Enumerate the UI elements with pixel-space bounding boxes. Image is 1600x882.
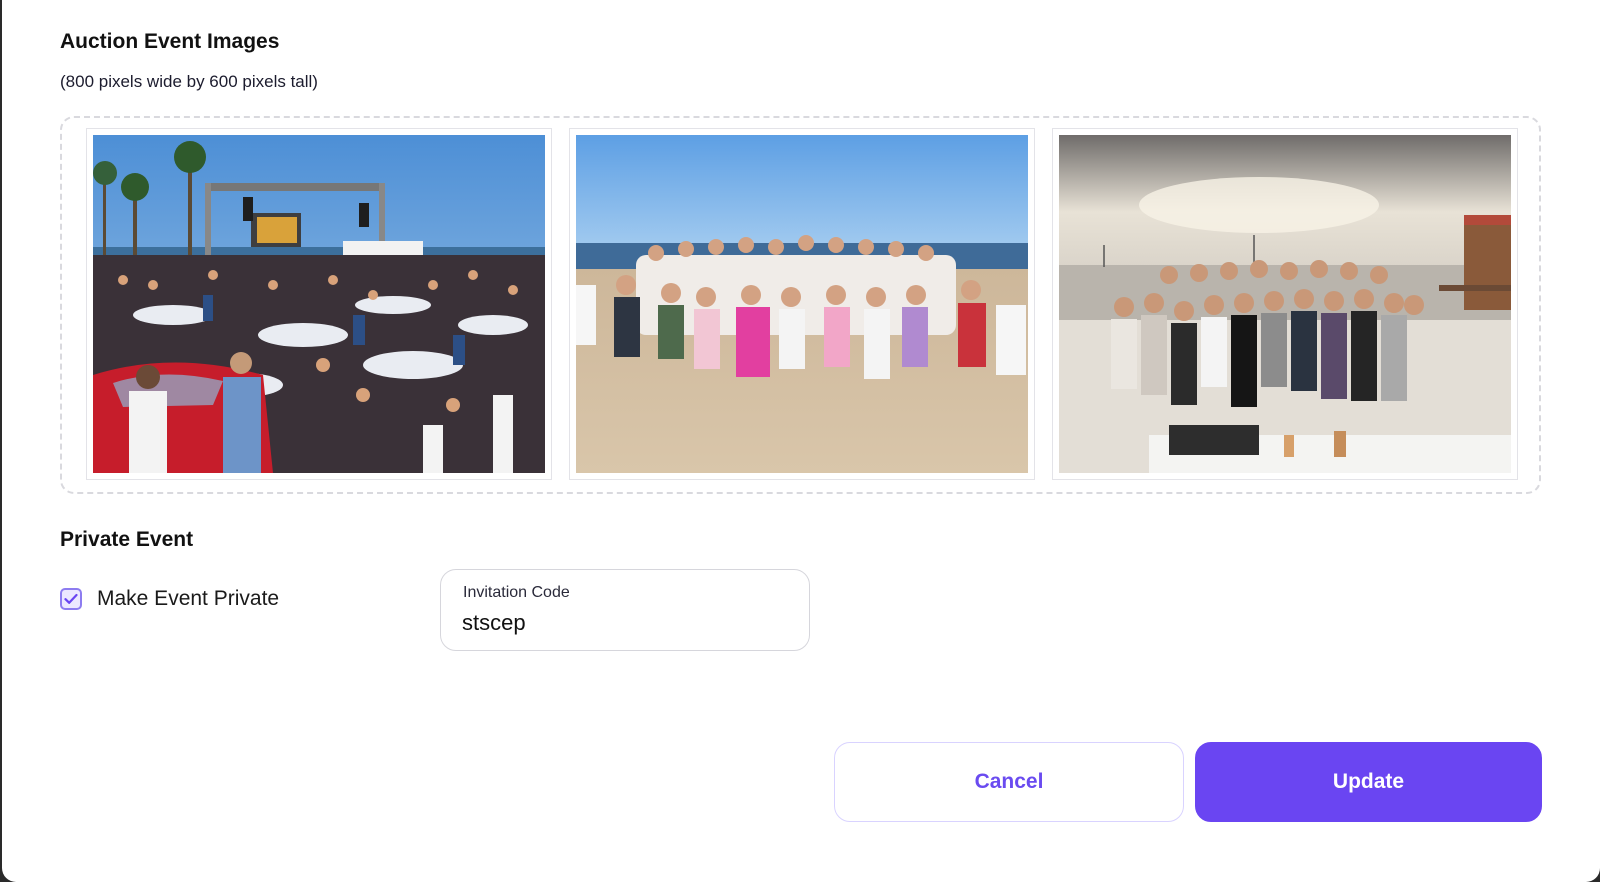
invitation-code-label: Invitation Code (463, 584, 570, 601)
make-private-label: Make Event Private (97, 587, 280, 610)
checkmark-icon (64, 593, 78, 604)
update-button[interactable]: Update (1195, 742, 1542, 822)
private-section-title: Private Event (60, 528, 194, 551)
cancel-button[interactable]: Cancel (834, 742, 1184, 822)
sunset-group-photo (1059, 135, 1511, 473)
event-image-2[interactable] (569, 128, 1035, 480)
invitation-code-field[interactable]: Invitation Code (440, 569, 810, 651)
make-private-checkbox[interactable] (60, 588, 82, 610)
event-edit-modal: Auction Event Images (800 pixels wide by… (2, 0, 1600, 882)
invitation-code-input[interactable] (462, 610, 782, 636)
make-private-row[interactable]: Make Event Private (60, 586, 279, 612)
images-section-title: Auction Event Images (60, 30, 280, 53)
image-dropzone[interactable] (60, 116, 1541, 494)
concert-gala-photo (93, 135, 545, 473)
event-image-3[interactable] (1052, 128, 1518, 480)
images-size-hint: (800 pixels wide by 600 pixels tall) (60, 72, 318, 91)
event-image-1[interactable] (86, 128, 552, 480)
beach-group-photo (576, 135, 1028, 473)
